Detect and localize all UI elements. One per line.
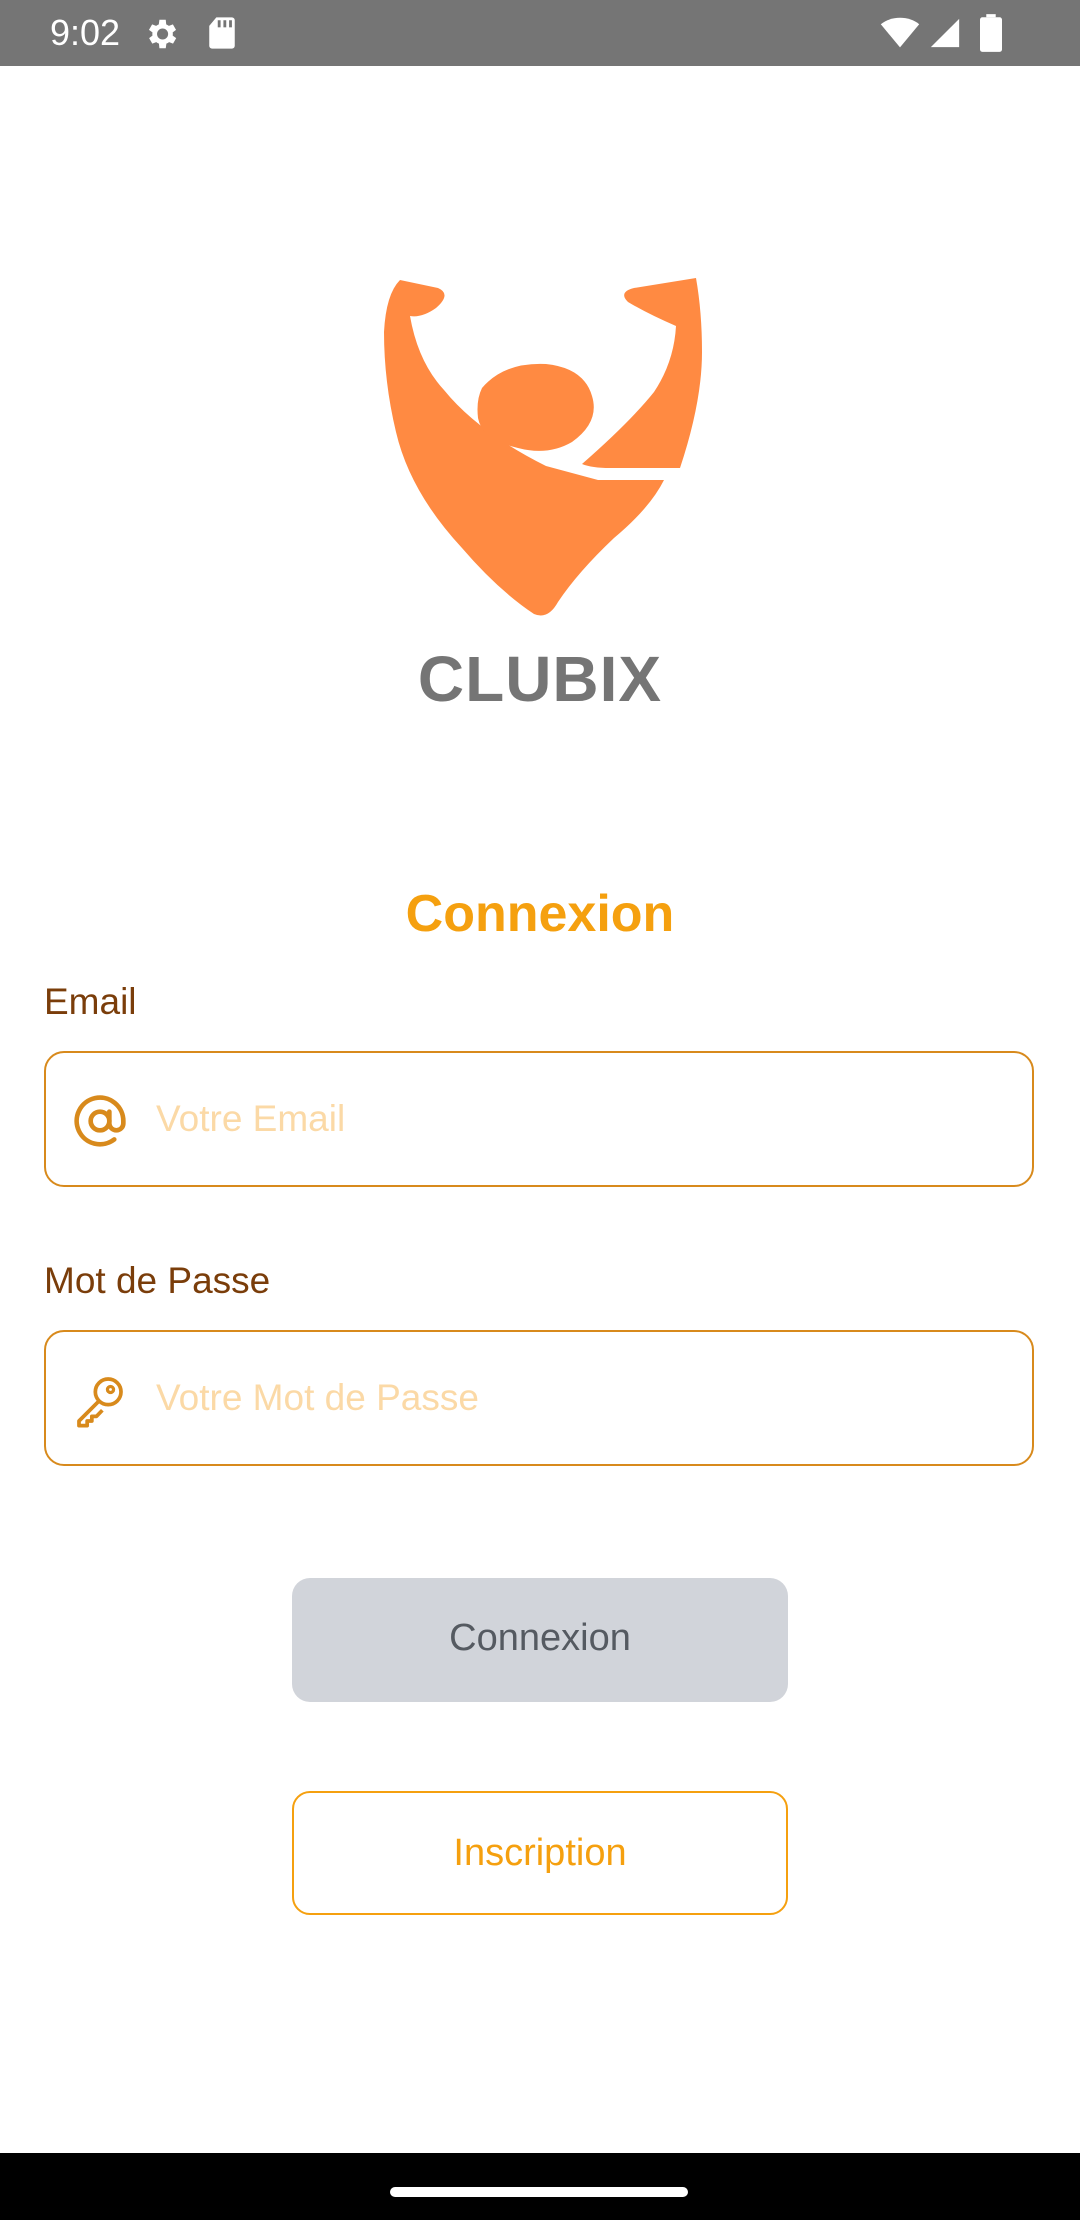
- password-input[interactable]: [156, 1332, 1006, 1463]
- login-button[interactable]: Connexion: [292, 1578, 788, 1702]
- register-button[interactable]: Inscription: [292, 1791, 788, 1915]
- email-field[interactable]: [44, 1051, 1034, 1187]
- settings-gear-icon: [148, 19, 177, 49]
- at-sign-icon: [74, 1095, 126, 1147]
- status-time: 9:02: [50, 12, 121, 53]
- app-name: CLUBIX: [417, 643, 663, 715]
- email-input[interactable]: [156, 1053, 1006, 1184]
- navigation-bar: [0, 2153, 1080, 2220]
- login-screen: 9:02 CLUBIX Connexion Email Votre Email …: [0, 0, 1080, 2220]
- sd-card-icon: [209, 17, 235, 49]
- password-label: Mot de Passe: [44, 1260, 271, 1301]
- password-field[interactable]: [44, 1330, 1034, 1466]
- clubix-logo-icon: [384, 278, 702, 616]
- signal-icon: [930, 18, 960, 48]
- key-icon: [77, 1377, 123, 1428]
- email-label: Email: [44, 981, 137, 1022]
- home-gesture-handle[interactable]: [390, 2187, 688, 2197]
- battery-icon: [980, 14, 1002, 52]
- login-title: Connexion: [405, 885, 675, 943]
- status-bar: 9:02: [0, 0, 1080, 66]
- wifi-icon: [880, 17, 920, 48]
